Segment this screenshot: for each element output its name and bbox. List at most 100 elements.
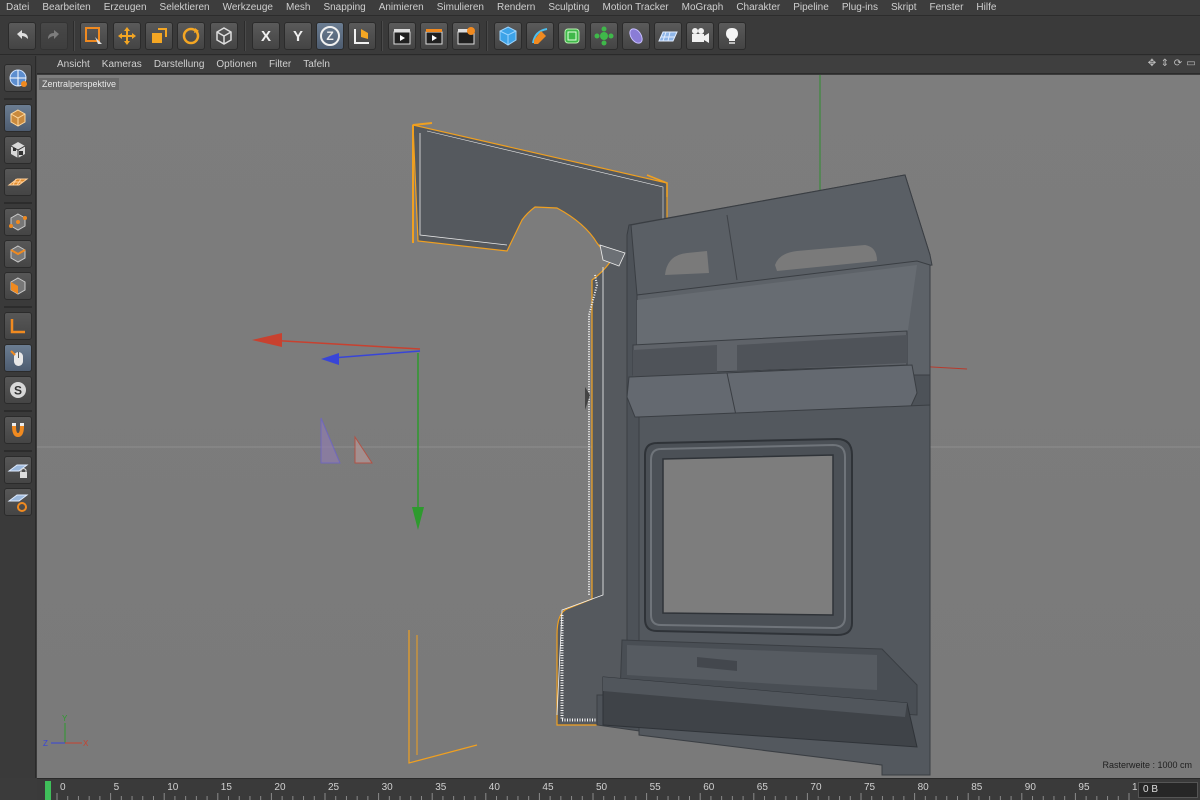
- solo-mode-icon[interactable]: S: [4, 376, 32, 404]
- timeline-tick-label: 70: [810, 782, 822, 793]
- menu-item-skript[interactable]: Skript: [891, 2, 917, 13]
- scale-icon[interactable]: [145, 22, 173, 50]
- toggle-view-icon[interactable]: ▭: [1186, 58, 1196, 69]
- menu-item-erzeugen[interactable]: Erzeugen: [104, 2, 147, 13]
- timeline-tick-label: 80: [918, 782, 930, 793]
- menu-item-plug-ins[interactable]: Plug-ins: [842, 2, 878, 13]
- move-view-icon[interactable]: ✥: [1147, 58, 1157, 69]
- menu-item-hilfe[interactable]: Hilfe: [976, 2, 996, 13]
- menu-item-animieren[interactable]: Animieren: [379, 2, 424, 13]
- make-editable-icon[interactable]: [4, 64, 32, 92]
- recent-object-icon[interactable]: [210, 22, 238, 50]
- timeline-tick-label: 100: [1132, 782, 1137, 793]
- snapping-icon[interactable]: [4, 416, 32, 444]
- polygons-mode-icon[interactable]: [4, 272, 32, 300]
- render-picture-viewer-icon[interactable]: [420, 22, 448, 50]
- viewport-menu-darstellung[interactable]: Darstellung: [154, 59, 205, 70]
- viewport-navigation: ✥ ⇕ ⟳ ▭: [1147, 58, 1196, 69]
- menu-item-selektieren[interactable]: Selektieren: [160, 2, 210, 13]
- viewport-menu-tafeln[interactable]: Tafeln: [303, 59, 330, 70]
- deformer-icon[interactable]: [622, 22, 650, 50]
- menu-item-charakter[interactable]: Charakter: [736, 2, 780, 13]
- pen-spline-icon[interactable]: [526, 22, 554, 50]
- timeline-tick-label: 50: [596, 782, 608, 793]
- menu-item-simulieren[interactable]: Simulieren: [437, 2, 484, 13]
- tweak-mode-icon[interactable]: [4, 344, 32, 372]
- render-settings-icon[interactable]: [452, 22, 480, 50]
- timeline-tick-label: 5: [114, 782, 120, 793]
- menu-item-mesh[interactable]: Mesh: [286, 2, 310, 13]
- viewport-menu-filter[interactable]: Filter: [269, 59, 291, 70]
- light-icon[interactable]: [718, 22, 746, 50]
- render-view-icon[interactable]: [388, 22, 416, 50]
- timeline-ruler[interactable]: 0 5 10 15 20 25 30 35 40 45 50 55 60 65 70 75 80 85 90 95 10…: [37, 779, 1137, 800]
- edges-mode-icon[interactable]: [4, 240, 32, 268]
- undo-icon[interactable]: [8, 22, 36, 50]
- viewport-menu-optionen[interactable]: Optionen: [216, 59, 257, 70]
- timeline-tick-label: 45: [542, 782, 554, 793]
- lock-workplane-icon[interactable]: [4, 456, 32, 484]
- timeline-tick-label: 85: [971, 782, 983, 793]
- playhead[interactable]: [45, 781, 51, 800]
- planar-workplane-icon[interactable]: [4, 488, 32, 516]
- timeline-tick-label: 25: [328, 782, 340, 793]
- grid-spacing-label: Rasterweite : 1000 cm: [1102, 760, 1192, 770]
- array-icon[interactable]: [590, 22, 618, 50]
- gizmo-y-label: Y: [62, 714, 68, 723]
- menu-item-bearbeiten[interactable]: Bearbeiten: [42, 2, 90, 13]
- cube-icon[interactable]: [494, 22, 522, 50]
- timeline-tick-label: 30: [382, 782, 394, 793]
- x-axis-lock[interactable]: X: [252, 22, 280, 50]
- viewport-menu: Ansicht Kameras Darstellung Optionen Filter T…: [37, 56, 1200, 74]
- camera-icon[interactable]: [686, 22, 714, 50]
- x-axis-label: X: [260, 27, 271, 45]
- texture-mode-icon[interactable]: [4, 136, 32, 164]
- viewport[interactable]: Y X Z Zentralperspektive Rasterweite : 1…: [37, 75, 1200, 778]
- menu-item-fenster[interactable]: Fenster: [930, 2, 964, 13]
- points-mode-icon[interactable]: [4, 208, 32, 236]
- menu-item-werkzeuge[interactable]: Werkzeuge: [223, 2, 273, 13]
- subdivision-icon[interactable]: [558, 22, 586, 50]
- menu-item-sculpting[interactable]: Sculpting: [548, 2, 589, 13]
- coordinate-system-icon[interactable]: [348, 22, 376, 50]
- axis-mode-icon[interactable]: [4, 312, 32, 340]
- model-mode-icon[interactable]: [4, 104, 32, 132]
- timeline-tick-label: 20: [274, 782, 286, 793]
- menu-item-pipeline[interactable]: Pipeline: [793, 2, 829, 13]
- view-label: Zentralperspektive: [39, 78, 120, 90]
- current-frame-field[interactable]: 0 B: [1138, 782, 1198, 798]
- scene-canvas[interactable]: Y X Z: [37, 75, 1200, 778]
- timeline-tick-label: 0: [60, 782, 66, 793]
- live-selection-icon[interactable]: [80, 22, 108, 50]
- door-frame-object: [585, 174, 933, 776]
- main-toolbar: X Y Z: [0, 17, 1200, 55]
- timeline-tick-label: 90: [1025, 782, 1037, 793]
- world-orientation-gizmo: Y X Z: [43, 714, 89, 748]
- move-icon[interactable]: [113, 22, 141, 50]
- timeline-tick-label: 75: [864, 782, 876, 793]
- viewport-menu-ansicht[interactable]: Ansicht: [57, 59, 90, 70]
- menu-item-mograph[interactable]: MoGraph: [682, 2, 724, 13]
- timeline-tick-label: 40: [489, 782, 501, 793]
- left-palette: S: [0, 56, 36, 778]
- menubar: Datei Bearbeiten Erzeugen Selektieren Werkze…: [0, 0, 1200, 16]
- timeline-tick-label: 60: [703, 782, 715, 793]
- redo-icon[interactable]: [40, 22, 68, 50]
- y-axis-lock[interactable]: Y: [284, 22, 312, 50]
- menu-item-snapping[interactable]: Snapping: [323, 2, 365, 13]
- viewport-menu-kameras[interactable]: Kameras: [102, 59, 142, 70]
- timeline[interactable]: 0 5 10 15 20 25 30 35 40 45 50 55 60 65 70 75 80 85 90 95 1 0…: [37, 778, 1200, 800]
- rotate-view-icon[interactable]: ⟳: [1173, 58, 1183, 69]
- object-axis-gizmo: [252, 333, 424, 530]
- workplane-mode-icon[interactable]: [4, 168, 32, 196]
- z-axis-lock[interactable]: Z: [316, 22, 344, 50]
- rotate-icon[interactable]: [177, 22, 205, 50]
- zoom-view-icon[interactable]: ⇕: [1160, 58, 1170, 69]
- floor-icon[interactable]: [654, 22, 682, 50]
- menu-item-rendern[interactable]: Rendern: [497, 2, 535, 13]
- menu-item-datei[interactable]: Datei: [6, 2, 29, 13]
- timeline-tick-label: 55: [650, 782, 662, 793]
- menu-item-motion-tracker[interactable]: Motion Tracker: [602, 2, 668, 13]
- z-axis-label: Z: [320, 26, 340, 46]
- gizmo-x-label: X: [83, 739, 89, 748]
